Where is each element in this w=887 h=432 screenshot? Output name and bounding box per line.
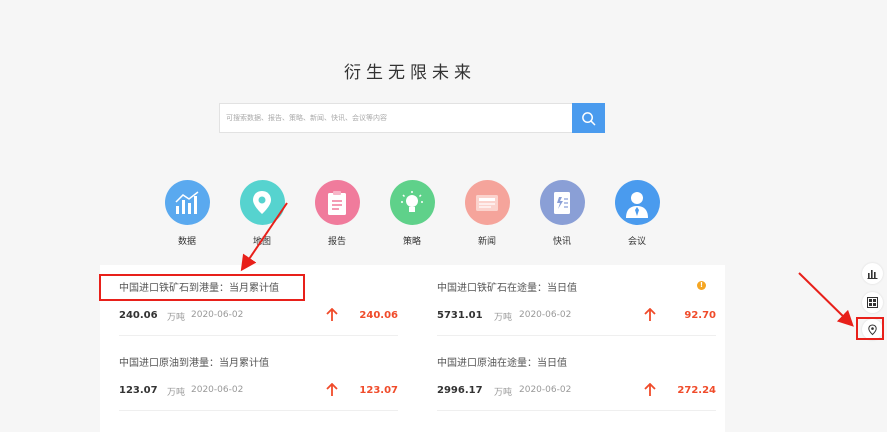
annotation-arrows: [240, 202, 854, 327]
annotation-arrow-sidebar: [798, 272, 854, 327]
annotation-arrow-map: [240, 202, 288, 272]
